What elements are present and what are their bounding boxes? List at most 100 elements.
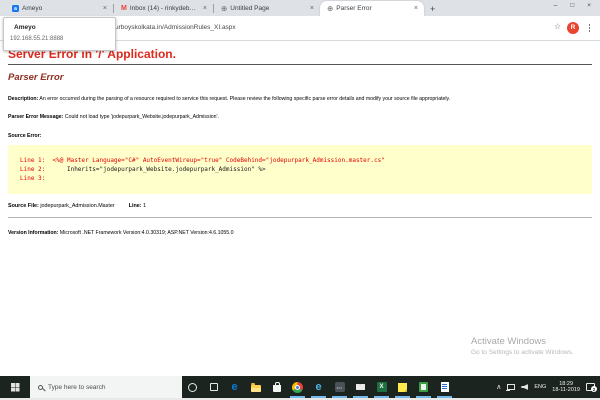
line1-code: <%@ Master Language="C#" AutoEventWireup…	[52, 157, 385, 165]
line-number-label: Line:	[128, 203, 142, 210]
store-bag-icon	[272, 382, 281, 392]
windows-logo-icon	[11, 383, 15, 387]
divider	[8, 64, 592, 66]
source-error-label: Source Error:	[8, 132, 42, 139]
sticky-notes-button[interactable]	[392, 376, 413, 398]
description-line: Description: An error occurred during th…	[8, 96, 592, 103]
tooltip-title: Ameyo	[14, 24, 36, 31]
blue-doc-button[interactable]	[434, 376, 455, 398]
chrome-button[interactable]	[287, 376, 308, 398]
menu-dots-icon[interactable]	[588, 24, 590, 26]
pinned-app-button[interactable]: •••	[329, 376, 350, 398]
language-indicator[interactable]: ENG	[534, 384, 546, 390]
source-file-line: Source File: jodepurpark_Admission.Maste…	[8, 203, 592, 209]
tray-chevron-up-icon[interactable]: ∧	[496, 384, 501, 391]
tab-ameyo[interactable]: a Ameyo ×	[5, 1, 113, 16]
task-view-button[interactable]	[203, 376, 224, 398]
error-subtitle: Parser Error	[8, 72, 64, 84]
notification-badge: 2	[591, 386, 597, 392]
new-tab-button[interactable]: +	[430, 5, 435, 14]
globe-favicon-icon: ⊕	[221, 3, 228, 13]
line2-code: Inherits="jodepurpark_Website.jodepurpar…	[52, 166, 266, 174]
cortana-button[interactable]	[182, 376, 203, 398]
profile-avatar[interactable]: R	[567, 21, 579, 34]
clock-date: 18-11-2019	[552, 387, 580, 393]
code-line-1: Line 1: <%@ Master Language="C#" AutoEve…	[20, 156, 592, 165]
taskbar: Type here to search e e ••• X ∧ ENG 18:2…	[0, 376, 600, 398]
tab-close-icon[interactable]: ×	[202, 4, 208, 13]
close-icon[interactable]: ×	[587, 3, 591, 10]
gmail-favicon-icon: M	[121, 5, 127, 12]
cortana-icon	[188, 382, 197, 392]
restore-icon[interactable]: □	[570, 3, 574, 10]
parser-error-text: Could not load type 'jodepurpark_Website…	[63, 114, 219, 121]
internet-explorer-icon: e	[315, 380, 322, 393]
source-error-label-line: Source Error:	[8, 133, 592, 140]
code-line-2: Line 2: Inherits="jodepurpark_Website.jo…	[20, 165, 592, 174]
file-explorer-button[interactable]	[245, 376, 266, 398]
source-file-label: Source File:	[8, 203, 39, 210]
search-placeholder: Type here to search	[48, 383, 106, 391]
tab-untitled-page[interactable]: ⊕ Untitled Page ×	[214, 1, 320, 16]
description-text: An error occurred during the parsing of …	[38, 95, 451, 102]
globe-favicon-icon: ⊕	[327, 3, 334, 13]
taskbar-search-input[interactable]: Type here to search	[30, 376, 182, 398]
screen: a Ameyo × M Inbox (14) - rinkydeb@hdfcsa…	[0, 0, 600, 400]
source-error-code-block: Line 1: <%@ Master Language="C#" AutoEve…	[8, 145, 592, 195]
error-page: Server Error in '/' Application. Parser …	[0, 42, 600, 377]
window-controls: – □ ×	[548, 0, 600, 13]
activate-windows-watermark: Activate Windows Go to Settings to activ…	[471, 336, 574, 356]
tab-gmail-inbox[interactable]: M Inbox (14) - rinkydeb@hdfcsale ×	[114, 1, 213, 16]
internet-explorer-button[interactable]: e	[308, 376, 329, 398]
line-number-value: 1	[141, 203, 147, 210]
edge-button[interactable]: e	[224, 376, 245, 398]
watermark-title: Activate Windows	[471, 336, 546, 347]
description-label: Description:	[8, 95, 39, 102]
code-line-3: Line 3:	[20, 174, 592, 183]
browser-tab-strip: a Ameyo × M Inbox (14) - rinkydeb@hdfcsa…	[0, 0, 600, 16]
bookmark-star-icon[interactable]: ☆	[554, 23, 561, 31]
minimize-icon[interactable]: –	[554, 3, 558, 10]
version-label: Version Information:	[8, 230, 59, 237]
start-button[interactable]	[0, 376, 30, 398]
edge-icon: e	[231, 380, 238, 393]
chrome-icon	[292, 381, 303, 393]
parser-error-label: Parser Error Message:	[8, 114, 64, 121]
tab-close-icon[interactable]: ×	[309, 4, 315, 13]
ameyo-favicon-icon: a	[12, 5, 19, 12]
address-bar-url[interactable]: urboyskolkata.in/AdmissionRules_XI.aspx	[115, 24, 236, 31]
document-icon	[440, 382, 449, 392]
parser-error-message-line: Parser Error Message: Could not load typ…	[8, 114, 592, 121]
line1-label: Line 1:	[20, 157, 53, 165]
line3-label: Line 3:	[20, 175, 46, 183]
store-button[interactable]	[266, 376, 287, 398]
search-icon	[38, 384, 43, 390]
network-icon[interactable]	[506, 384, 516, 391]
version-text: Microsoft .NET Framework Version:4.0.303…	[58, 230, 234, 237]
green-doc-button[interactable]	[413, 376, 434, 398]
document-icon	[419, 382, 428, 392]
tooltip-url: 192.168.55.21:8888	[10, 36, 64, 42]
excel-icon: X	[376, 382, 387, 392]
speaker-icon[interactable]	[521, 384, 529, 390]
system-tray: ∧ ENG 18:29 18-11-2019 2	[496, 381, 600, 394]
watermark-subtitle: Go to Settings to activate Windows.	[471, 349, 574, 356]
sticky-note-icon	[398, 382, 407, 392]
version-info-line: Version Information: Microsoft .NET Fram…	[8, 230, 592, 237]
tab-hover-tooltip: Ameyo 192.168.55.21:8888	[3, 17, 116, 51]
excel-button[interactable]: X	[371, 376, 392, 398]
tab-title: Ameyo	[22, 5, 43, 12]
taskbar-clock[interactable]: 18:29 18-11-2019	[552, 381, 580, 394]
tab-title: Inbox (14) - rinkydeb@hdfcsale	[129, 5, 199, 12]
mail-button[interactable]	[350, 376, 371, 398]
mail-envelope-icon	[356, 383, 365, 391]
tab-title: Parser Error	[336, 5, 372, 12]
action-center-icon[interactable]: 2	[586, 383, 597, 392]
tab-parser-error-active[interactable]: ⊕ Parser Error ×	[320, 1, 424, 16]
app-icon: •••	[334, 382, 345, 392]
task-view-icon	[209, 383, 218, 391]
folder-icon	[250, 382, 261, 392]
source-file-value: jodepurpark_Admission.Master	[38, 203, 115, 210]
tab-close-icon[interactable]: ×	[413, 4, 419, 13]
tab-close-icon[interactable]: ×	[102, 4, 108, 13]
